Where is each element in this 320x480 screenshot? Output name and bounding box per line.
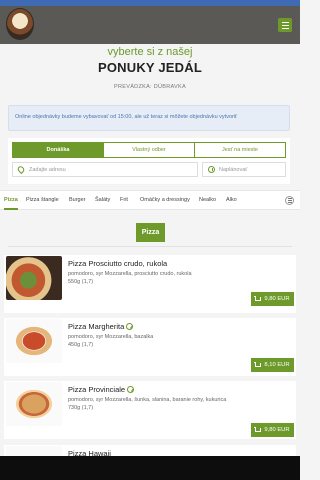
hero-subtitle: vyberte si z našej (107, 46, 193, 58)
main-content: vyberte si z našej PONUKY JEDÁL PREVÁDZK… (0, 44, 300, 480)
cart-icon (254, 362, 262, 367)
add-to-cart-button[interactable]: 8,10 EUR (251, 358, 294, 372)
address-input[interactable]: Zadajte adresu (12, 162, 198, 177)
tab-pickup[interactable]: Vlastný odber (104, 143, 195, 157)
top-bar (0, 6, 300, 44)
product-price: 9,80 EUR (264, 427, 290, 433)
category-burger[interactable]: Burger (69, 197, 86, 203)
product-weight: 730g (1,7) (68, 405, 94, 411)
product-weight: 450g (1,7) (68, 342, 94, 348)
category-pizza-stangle[interactable]: Pizza štangle (26, 197, 59, 203)
product-price: 8,10 EUR (264, 362, 290, 368)
info-alert-text: Online objednávky budeme vybavovať od 15… (15, 114, 238, 120)
product-card[interactable]: Pizza Prosciutto crudo, rukola pomodoro,… (4, 255, 296, 313)
category-pizza[interactable]: Pizza (4, 197, 18, 203)
schedule-input[interactable]: Naplánovať (202, 162, 286, 177)
product-card[interactable]: Pizza Margherita pomodoro, syr Mozzarell… (4, 318, 296, 376)
product-image (6, 256, 62, 300)
order-type-box: Donáška Vlastný odber Jesť na mieste Zad… (8, 138, 290, 184)
vegetarian-icon (127, 385, 135, 393)
category-frit[interactable]: Frit (120, 197, 128, 203)
product-card[interactable]: Pizza Provinciale pomodoro, syr Mozzarel… (4, 381, 296, 439)
page-title: PONUKY JEDÁL (97, 60, 202, 75)
product-description: pomodoro, syr Mozzarella, prosciutto cru… (68, 271, 192, 277)
product-name: Pizza Provinciale (68, 385, 135, 394)
category-alko[interactable]: Alko (226, 197, 237, 203)
cart-icon (254, 427, 262, 432)
vegetarian-icon (126, 322, 134, 330)
branch-label: PREVÁDZKA: DÚBRAVKA (114, 84, 186, 90)
product-image (6, 382, 62, 426)
category-nealko[interactable]: Nealko (199, 197, 216, 203)
location-pin-icon (16, 164, 26, 175)
info-alert: Online objednávky budeme vybavovať od 15… (8, 105, 290, 131)
bottom-bar (0, 456, 300, 480)
order-type-tabs: Donáška Vlastný odber Jesť na mieste (12, 142, 286, 158)
tab-delivery[interactable]: Donáška (13, 143, 104, 157)
tab-dine-in[interactable]: Jesť na mieste (195, 143, 285, 157)
category-salaty[interactable]: Šaláty (95, 197, 110, 203)
category-omacky[interactable]: Omáčky a dressingy (140, 197, 190, 203)
category-nav: Pizza Pizza štangle Burger Šaláty Frit O… (0, 190, 300, 210)
section-divider (8, 246, 292, 247)
schedule-placeholder: Naplánovať (219, 166, 248, 173)
add-to-cart-button[interactable]: 9,80 EUR (251, 423, 294, 437)
section-title-pizza: Pizza (136, 223, 165, 242)
active-category-indicator (4, 208, 18, 210)
product-name: Pizza Prosciutto crudo, rukola (68, 259, 168, 268)
clock-icon (208, 166, 215, 173)
product-weight: 550g (1,7) (68, 279, 94, 285)
product-description: pomodoro, syr Mozzarella, bazalka (68, 334, 154, 340)
address-placeholder: Zadajte adresu (29, 166, 66, 173)
product-price: 9,80 EUR (264, 296, 290, 302)
hamburger-menu-icon[interactable] (278, 18, 292, 32)
list-view-icon[interactable] (285, 196, 294, 205)
cart-icon (254, 296, 262, 301)
restaurant-logo[interactable] (6, 8, 34, 40)
product-image (6, 319, 62, 363)
add-to-cart-button[interactable]: 9,80 EUR (251, 292, 294, 306)
product-description: pomodoro, syr Mozzarella, šunka, slanina… (68, 397, 227, 403)
product-name: Pizza Margherita (68, 322, 134, 331)
